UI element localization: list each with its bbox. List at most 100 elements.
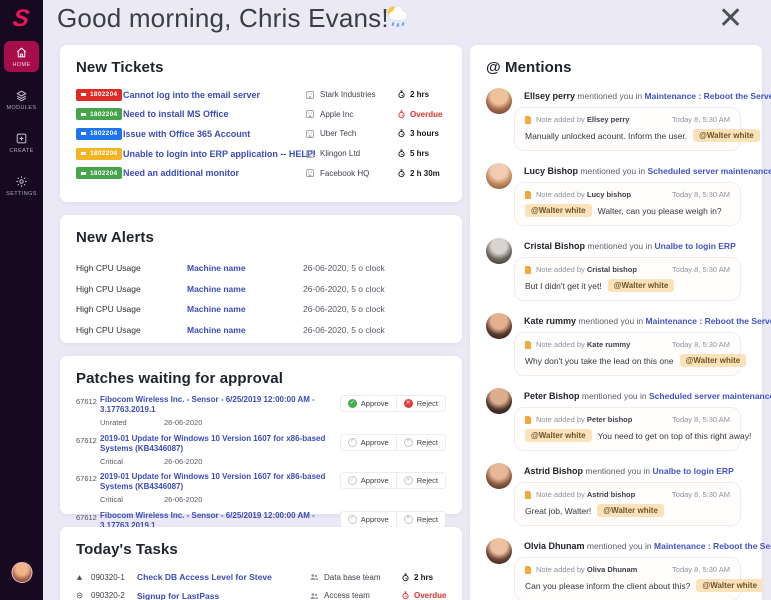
mentions-card: @ Mentions Ellsey perry mentioned you in… (470, 45, 771, 600)
note-icon (525, 490, 531, 499)
patches-card: Patches waiting for approval 67612 Fiboc… (60, 356, 462, 543)
note-message: Can you please inform the client about t… (525, 579, 764, 592)
ticket-subject-link[interactable]: Issue with Office 365 Account (123, 129, 305, 139)
task-time: Overdue (401, 591, 446, 600)
machine-name-link[interactable]: Machine name (187, 304, 303, 314)
approve-button[interactable]: ✓ Approve (340, 396, 396, 411)
mention-user: Lucy Bishop (524, 166, 579, 176)
patch-severity: Critical (100, 495, 123, 504)
note-icon (525, 340, 531, 349)
note-icon (525, 115, 531, 124)
note-author: Note added by Oliva Dhunam (536, 565, 638, 574)
approve-button[interactable]: ✓ Approve (340, 511, 396, 527)
mention-chip[interactable]: @Walter white (607, 279, 675, 292)
ticket-company: Uber Tech (305, 129, 397, 139)
mention-topic-link[interactable]: Unalbe to login ERP (655, 241, 736, 251)
mention-user: Peter Bishop (524, 391, 580, 401)
mention-user: Olvia Dhunam (524, 541, 585, 551)
note-message: Manually unlocked acount. Inform the use… (525, 129, 760, 142)
task-subject-link[interactable]: Signup for LastPass (137, 591, 309, 600)
avatar[interactable] (486, 388, 512, 414)
task-subject-link[interactable]: Check DB Access Level for Steve (137, 572, 309, 582)
mention-header: Olvia Dhunam mentioned you in Maintenanc… (524, 540, 771, 553)
approve-button[interactable]: ✓ Approve (340, 434, 396, 450)
mention-header: Peter Bishop mentioned you in Scheduled … (524, 390, 771, 403)
team-icon (310, 574, 319, 581)
task-row: 090320-1 Check DB Access Level for Steve… (76, 568, 446, 587)
team-icon (310, 592, 319, 599)
alert-datetime: 26-06-2020, 5 o clock (303, 283, 385, 294)
ticket-id-badge[interactable]: 1802204 (76, 167, 123, 180)
reject-button[interactable]: ✕ Reject (395, 396, 445, 411)
mention-chip[interactable]: @Walter white (693, 129, 760, 142)
avatar[interactable] (486, 313, 512, 339)
close-icon[interactable]: ✕ (718, 2, 743, 36)
mention-chip[interactable]: @Walter white (679, 354, 747, 367)
note-author: Note added by Cristal bishop (536, 265, 637, 274)
avatar[interactable] (486, 88, 512, 114)
timer-icon (402, 573, 409, 581)
mention-chip[interactable]: @Walter white (597, 504, 664, 517)
mention-item: Lucy Bishop mentioned you in Scheduled s… (486, 163, 771, 226)
building-icon (306, 169, 314, 178)
reject-button[interactable]: ✕ Reject (395, 511, 445, 527)
ticket-id-badge[interactable]: 1802204 (76, 88, 123, 101)
avatar[interactable] (486, 238, 512, 264)
mention-topic-link[interactable]: Maintenance : Reboot the Server (645, 91, 771, 101)
mention-topic-link[interactable]: Scheduled server maintenance (648, 166, 771, 176)
ticket-id-badge[interactable]: 1802204 (76, 147, 123, 160)
avatar[interactable] (486, 538, 512, 564)
mention-header: Astrid Bishop mentioned you in Unalbe to… (524, 466, 734, 476)
mention-topic-link[interactable]: Scheduled server maintenance (649, 391, 771, 401)
sidebar-item-settings[interactable]: SETTINGS (4, 170, 39, 201)
mention-topic-link[interactable]: Unalbe to login ERP (653, 466, 734, 476)
mention-topic-link[interactable]: Maintenance : Reboot the Server (654, 541, 771, 551)
reject-icon: ✕ (403, 399, 413, 408)
note-author: Note added by Lucy bishop (536, 190, 632, 199)
patch-id: 67612 (76, 397, 97, 406)
ticket-subject-link[interactable]: Need an additional monitor (123, 168, 305, 178)
tasks-card: Today's Tasks 090320-1 Check DB Access L… (60, 527, 462, 600)
avatar[interactable] (486, 163, 512, 189)
note-timestamp: Today 8, 5:30 AM (672, 115, 730, 124)
avatar[interactable] (486, 463, 512, 489)
sidebar-item-home[interactable]: HOME (4, 41, 39, 72)
patch-name-link[interactable]: 2019-01 Update for Windows 10 Version 16… (100, 434, 350, 454)
ticket-id-badge[interactable]: 1802204 (76, 127, 123, 140)
ticket-company: Stark Industries (305, 90, 397, 100)
approve-button[interactable]: ✓ Approve (340, 473, 396, 488)
ticket-time: 2 hrs (397, 90, 429, 99)
section-title: @ Mentions (486, 59, 572, 76)
app-logo[interactable]: S (12, 5, 32, 33)
approve-icon: ✓ (347, 476, 357, 485)
sidebar-item-modules[interactable]: MODULES (4, 84, 39, 115)
ticket-subject-link[interactable]: Cannot log into the email server (123, 90, 305, 100)
timer-icon (398, 149, 405, 158)
note-card: Note added by Peter bishop Today 8, 5:30 … (514, 407, 751, 451)
building-icon (306, 130, 314, 138)
machine-name-link[interactable]: Machine name (187, 263, 303, 273)
ticket-subject-link[interactable]: Unable to login into ERP application -- … (123, 149, 316, 159)
note-author: Note added by Astrid bishop (536, 490, 636, 499)
mention-chip[interactable]: @Walter white (696, 579, 764, 592)
patch-date: 26-06-2020 (164, 456, 203, 466)
timer-icon (398, 129, 405, 138)
mention-topic-link[interactable]: Maintenance : Reboot the Server (646, 316, 771, 326)
reject-button[interactable]: ✕ Reject (395, 473, 445, 488)
alert-row: High CPU Usage Machine name 26-06-2020, … (76, 320, 446, 341)
sidebar-item-create[interactable]: CREATE (4, 127, 39, 158)
patch-name-link[interactable]: 2019-01 Update for Windows 10 Version 16… (100, 472, 350, 492)
ticket-time: 3 hours (397, 129, 439, 138)
user-avatar[interactable] (11, 562, 32, 583)
alert-datetime: 26-06-2020, 5 o clock (303, 324, 385, 335)
ticket-subject-link[interactable]: Need to install MS Office (123, 109, 305, 119)
patch-name-link[interactable]: Fibocom Wireless Inc. - Sensor - 6/25/20… (100, 395, 350, 415)
mention-chip[interactable]: @Walter white (525, 429, 592, 442)
reject-button[interactable]: ✕ Reject (395, 434, 445, 450)
note-author: Note added by Ellsey perry (536, 115, 630, 124)
ticket-id-badge[interactable]: 1802204 (76, 108, 123, 121)
machine-name-link[interactable]: Machine name (187, 325, 303, 335)
machine-name-link[interactable]: Machine name (187, 284, 303, 294)
mention-chip[interactable]: @Walter white (525, 204, 592, 217)
task-id: 090320-1 (91, 572, 125, 582)
